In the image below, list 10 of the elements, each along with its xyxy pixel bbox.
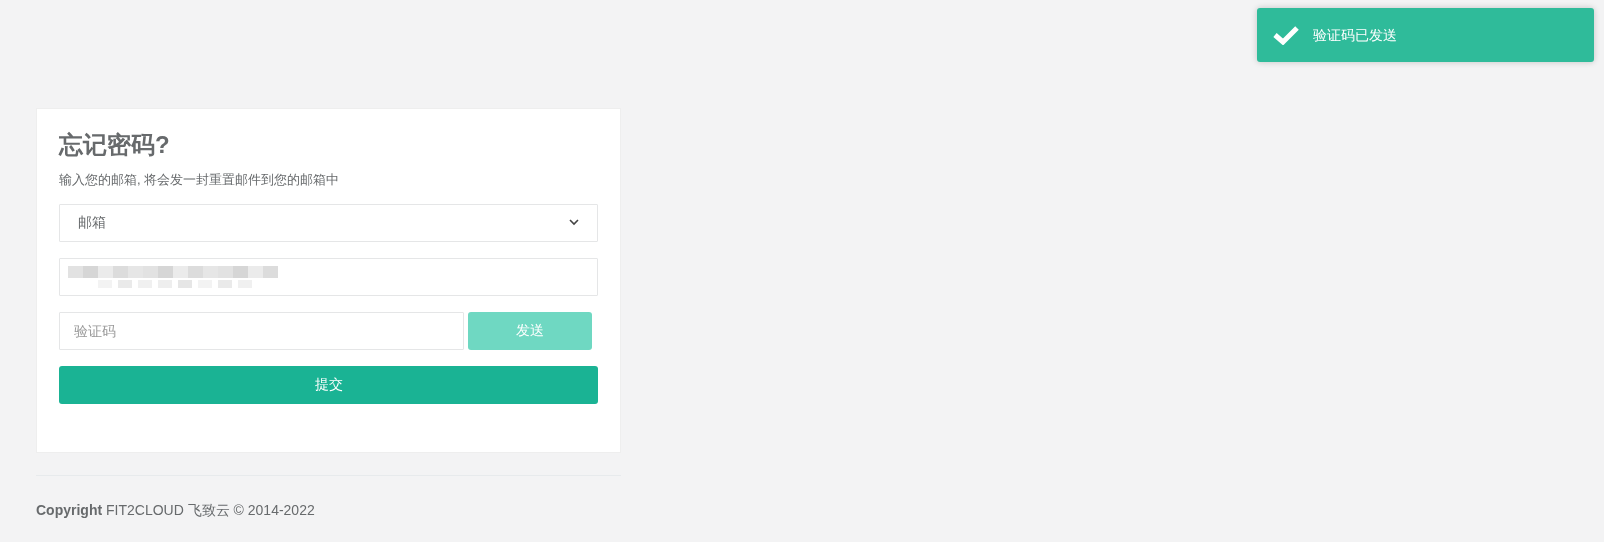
check-icon	[1273, 25, 1299, 45]
code-field[interactable]: 验证码	[59, 311, 464, 350]
submit-button[interactable]: 提交	[59, 365, 598, 404]
copyright-text: Copyright FIT2CLOUD 飞致云 © 2014-2022	[36, 500, 316, 520]
form-subtitle: 输入您的邮箱, 将会发一封重置邮件到您的邮箱中	[59, 171, 341, 190]
form-title: 忘记密码?	[59, 130, 171, 160]
toast-message: 验证码已发送	[1313, 25, 1397, 45]
chevron-down-icon	[569, 219, 579, 227]
email-field[interactable]	[59, 257, 598, 296]
method-select[interactable]: 邮箱	[59, 203, 598, 242]
